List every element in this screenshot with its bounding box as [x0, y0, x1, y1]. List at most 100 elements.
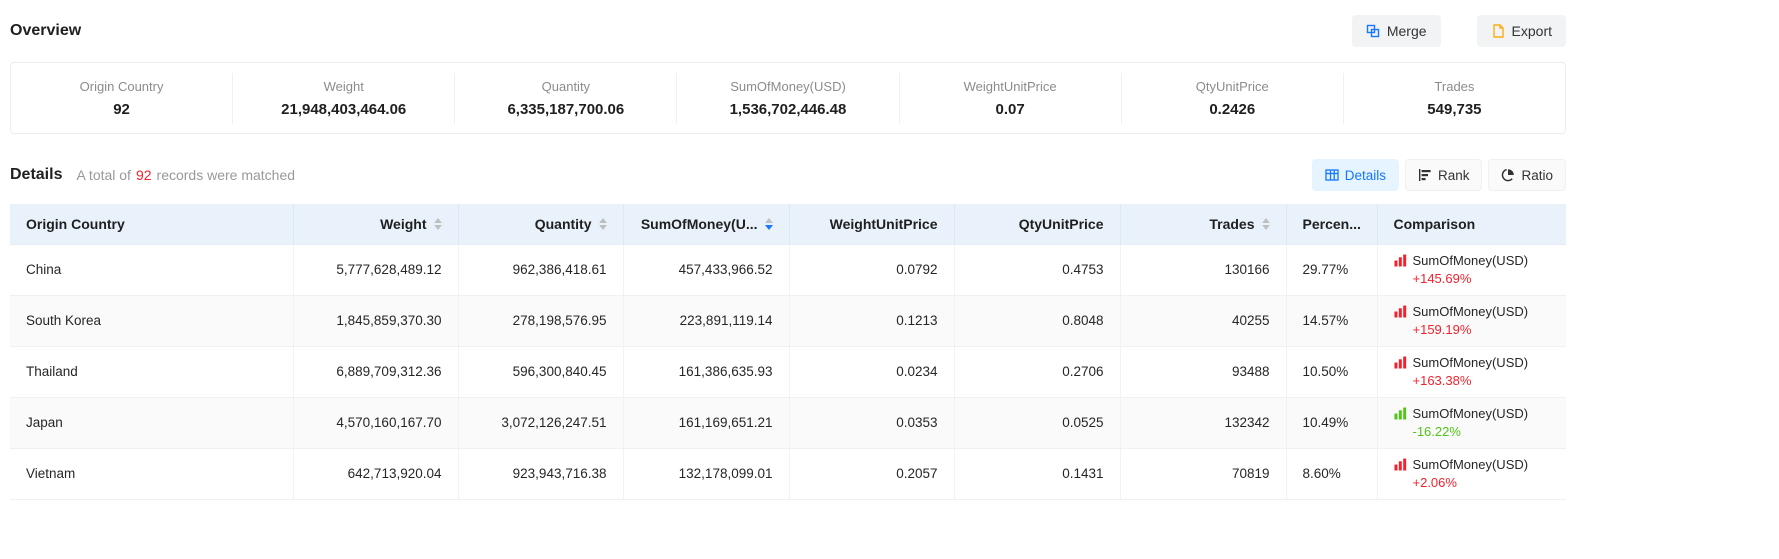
col-quantity[interactable]: Quantity [458, 204, 623, 244]
mini-bar-chart-icon[interactable] [1394, 356, 1407, 369]
cell-sum: 161,386,635.93 [623, 346, 789, 397]
summary-value: 0.2426 [1126, 101, 1339, 118]
comparison-change: +163.38% [1394, 373, 1551, 388]
cell-percent: 8.60% [1286, 448, 1377, 499]
caret-down-icon [599, 225, 607, 230]
cell-sum: 223,891,119.14 [623, 295, 789, 346]
summary-label: SumOfMoney(USD) [681, 79, 894, 94]
col-weight[interactable]: Weight [293, 204, 458, 244]
tab-details[interactable]: Details [1312, 159, 1399, 191]
sort-icon[interactable] [765, 218, 773, 230]
cell-percent: 14.57% [1286, 295, 1377, 346]
mini-bar-chart-icon[interactable] [1394, 305, 1407, 318]
table-row: Japan 4,570,160,167.70 3,072,126,247.51 … [10, 397, 1566, 448]
comparison-change: +2.06% [1394, 475, 1551, 490]
col-comparison: Comparison [1377, 204, 1566, 244]
col-label: Comparison [1394, 216, 1476, 232]
summary-value: 549,735 [1348, 101, 1561, 118]
table-row: Thailand 6,889,709,312.36 596,300,840.45… [10, 346, 1566, 397]
summary-value: 1,536,702,446.48 [681, 101, 894, 118]
tab-rank[interactable]: Rank [1405, 159, 1483, 191]
cell-country: Japan [10, 397, 293, 448]
table-row: South Korea 1,845,859,370.30 278,198,576… [10, 295, 1566, 346]
col-label: WeightUnitPrice [830, 216, 938, 232]
sort-icon[interactable] [1262, 218, 1270, 230]
cell-sum: 161,169,651.21 [623, 397, 789, 448]
sort-icon[interactable] [434, 218, 442, 230]
col-label: Weight [380, 216, 426, 232]
cell-comparison: SumOfMoney(USD) +159.19% [1377, 295, 1566, 346]
mini-bar-chart-icon[interactable] [1394, 407, 1407, 420]
col-label: SumOfMoney(U... [641, 216, 758, 232]
cell-weight-unit-price: 0.0234 [789, 346, 954, 397]
col-label: QtyUnitPrice [1019, 216, 1104, 232]
summary-item-weightunitprice: WeightUnitPrice 0.07 [899, 73, 1121, 124]
cell-qty-unit-price: 0.4753 [954, 244, 1120, 295]
merge-button[interactable]: Merge [1352, 15, 1441, 47]
cell-quantity: 3,072,126,247.51 [458, 397, 623, 448]
comparison-change: +145.69% [1394, 271, 1551, 286]
cell-trades: 70819 [1120, 448, 1286, 499]
cell-weight: 1,845,859,370.30 [293, 295, 458, 346]
summary-label: QtyUnitPrice [1126, 79, 1339, 94]
table-row: China 5,777,628,489.12 962,386,418.61 45… [10, 244, 1566, 295]
table-row: Vietnam 642,713,920.04 923,943,716.38 13… [10, 448, 1566, 499]
cell-weight-unit-price: 0.1213 [789, 295, 954, 346]
summary-label: Weight [237, 79, 450, 94]
col-label: Percen... [1303, 216, 1361, 232]
cell-trades: 93488 [1120, 346, 1286, 397]
merge-icon [1366, 24, 1380, 38]
cell-percent: 10.49% [1286, 397, 1377, 448]
comparison-label: SumOfMoney(USD) [1413, 355, 1529, 370]
cell-sum: 457,433,966.52 [623, 244, 789, 295]
col-origin-country: Origin Country [10, 204, 293, 244]
cell-qty-unit-price: 0.8048 [954, 295, 1120, 346]
cell-country: South Korea [10, 295, 293, 346]
cell-weight: 642,713,920.04 [293, 448, 458, 499]
top-actions: Merge Export [1352, 15, 1566, 47]
col-trades[interactable]: Trades [1120, 204, 1286, 244]
cell-qty-unit-price: 0.2706 [954, 346, 1120, 397]
summary-item-quantity: Quantity 6,335,187,700.06 [454, 73, 676, 124]
cell-comparison: SumOfMoney(USD) -16.22% [1377, 397, 1566, 448]
comparison-label: SumOfMoney(USD) [1413, 406, 1529, 421]
tab-ratio[interactable]: Ratio [1488, 159, 1566, 191]
records-count: 92 [136, 167, 152, 183]
rank-chart-icon [1418, 168, 1432, 182]
col-sumofmoney[interactable]: SumOfMoney(U... [623, 204, 789, 244]
comparison-change: -16.22% [1394, 424, 1551, 439]
comparison-change: +159.19% [1394, 322, 1551, 337]
summary-item-origin-country: Origin Country 92 [11, 73, 232, 124]
summary-label: WeightUnitPrice [904, 79, 1117, 94]
topbar: Overview Merge Export [10, 12, 1566, 50]
records-prefix: A total of [76, 167, 130, 183]
col-label: Quantity [535, 216, 592, 232]
cell-quantity: 923,943,716.38 [458, 448, 623, 499]
caret-up-icon [765, 218, 773, 223]
caret-up-icon [1262, 218, 1270, 223]
col-percent: Percen... [1286, 204, 1377, 244]
comparison-label: SumOfMoney(USD) [1413, 304, 1529, 319]
summary-label: Quantity [459, 79, 672, 94]
summary-item-sumofmoney: SumOfMoney(USD) 1,536,702,446.48 [676, 73, 898, 124]
cell-percent: 10.50% [1286, 346, 1377, 397]
cell-weight-unit-price: 0.2057 [789, 448, 954, 499]
caret-down-icon [1262, 225, 1270, 230]
caret-down-icon [765, 225, 773, 230]
summary-value: 92 [15, 101, 228, 118]
sort-icon[interactable] [599, 218, 607, 230]
export-button[interactable]: Export [1477, 15, 1566, 47]
mini-bar-chart-icon[interactable] [1394, 254, 1407, 267]
cell-percent: 29.77% [1286, 244, 1377, 295]
comparison-label: SumOfMoney(USD) [1413, 457, 1529, 472]
cell-quantity: 596,300,840.45 [458, 346, 623, 397]
cell-trades: 132342 [1120, 397, 1286, 448]
mini-bar-chart-icon[interactable] [1394, 458, 1407, 471]
col-weightunitprice: WeightUnitPrice [789, 204, 954, 244]
summary-item-qtyunitprice: QtyUnitPrice 0.2426 [1121, 73, 1343, 124]
cell-weight-unit-price: 0.0353 [789, 397, 954, 448]
col-qtyunitprice: QtyUnitPrice [954, 204, 1120, 244]
cell-comparison: SumOfMoney(USD) +145.69% [1377, 244, 1566, 295]
pie-chart-icon [1501, 168, 1515, 182]
comparison-label: SumOfMoney(USD) [1413, 253, 1529, 268]
